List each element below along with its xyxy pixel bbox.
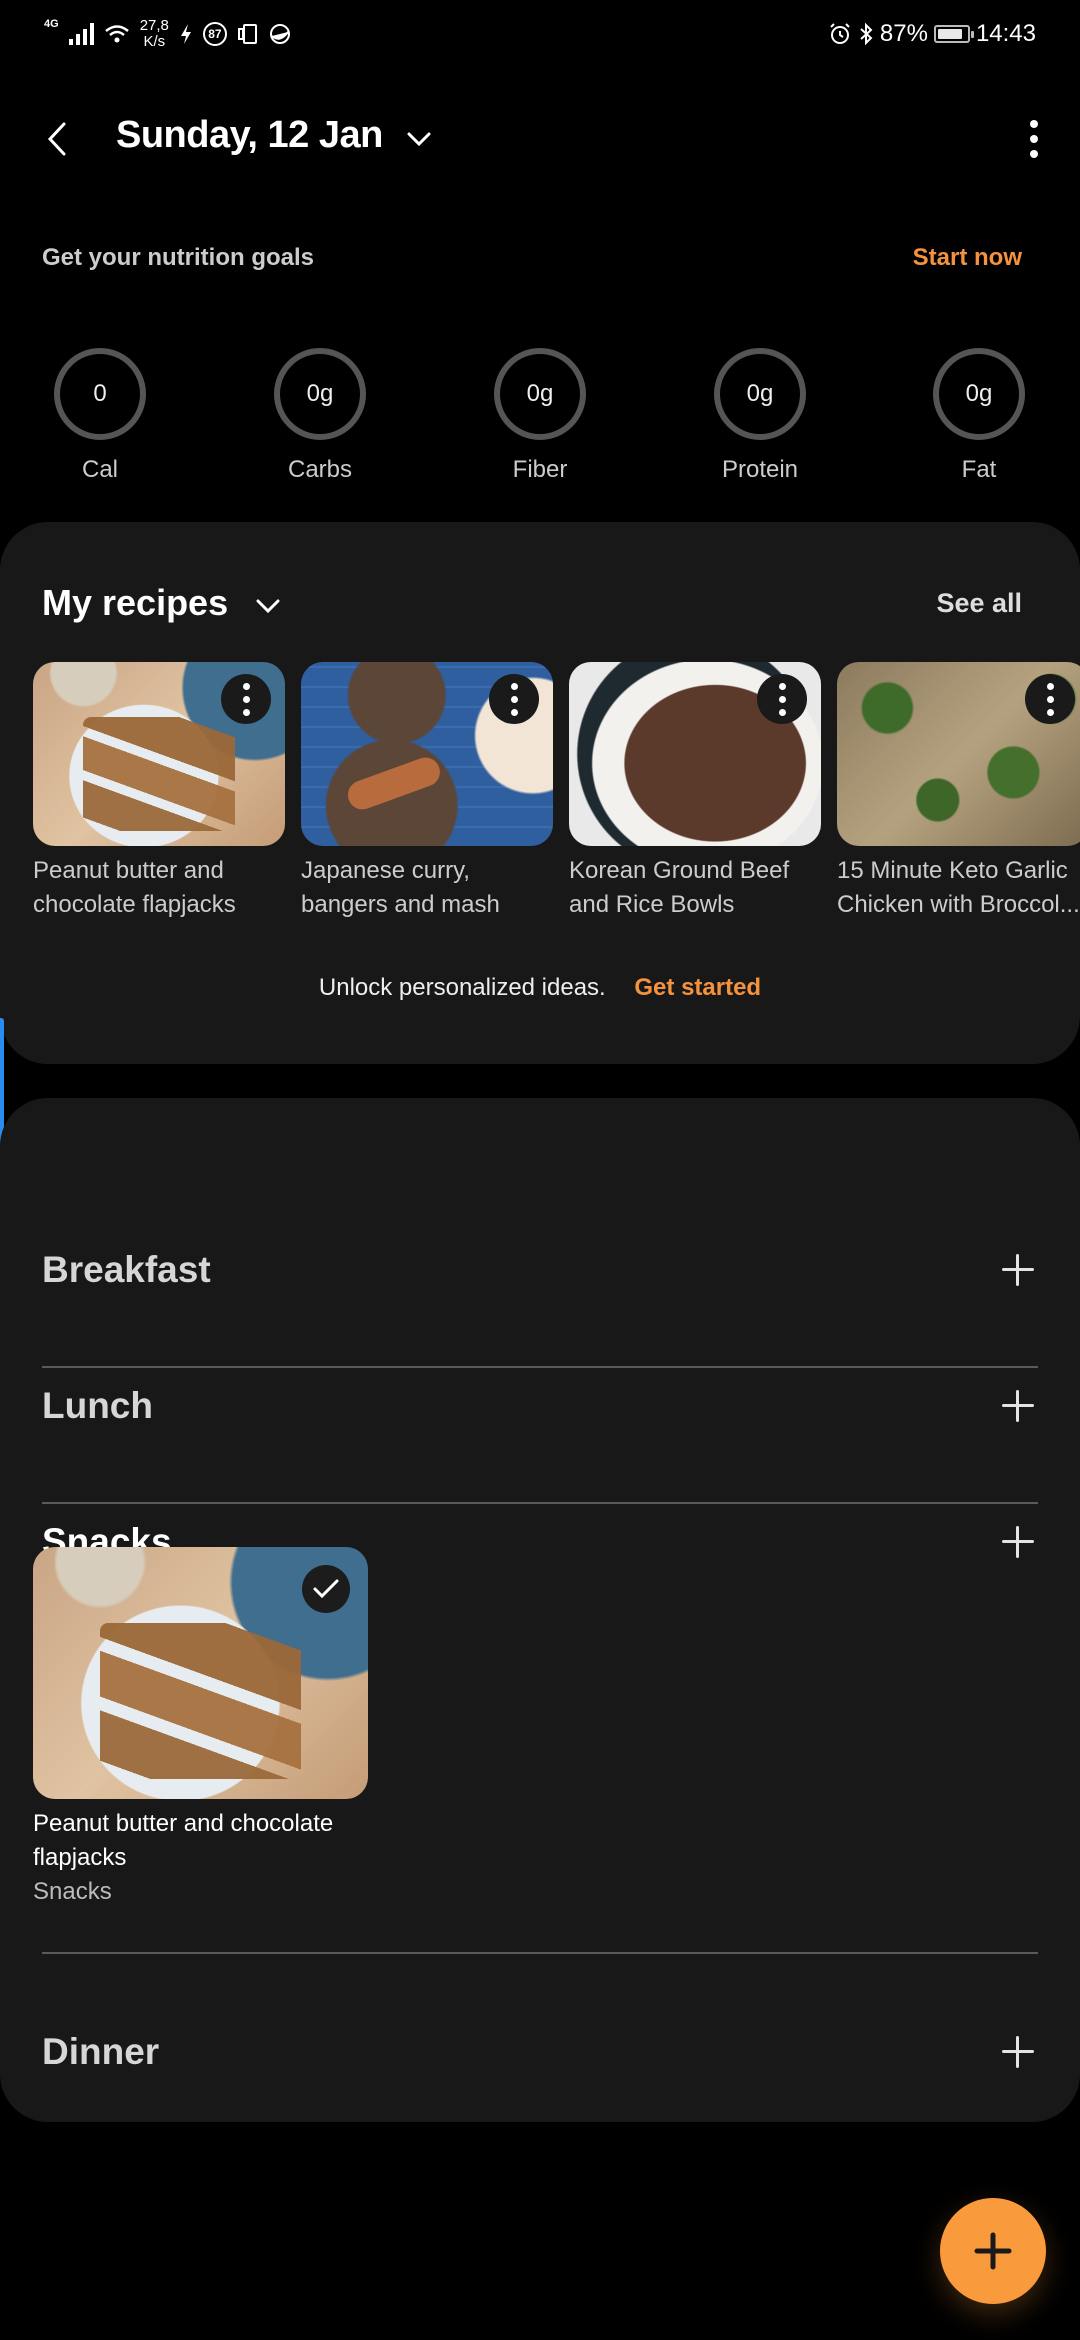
speed-value: 27,8 [139, 17, 169, 34]
meal-section-breakfast[interactable]: Breakfast [42, 1202, 1038, 1338]
recipe-more-button[interactable] [221, 674, 271, 724]
nutrient-fat[interactable]: 0g Fat [909, 348, 1049, 484]
nutrient-ring: 0 [54, 348, 146, 440]
check-icon[interactable] [302, 1565, 350, 1613]
network-speed: 27,8 K/s [140, 18, 169, 50]
meal-section-lunch[interactable]: Lunch [42, 1338, 1038, 1474]
nutrient-cal[interactable]: 0 Cal [30, 348, 170, 484]
recipe-image [33, 662, 285, 846]
snack-category: Snacks [33, 1878, 112, 1905]
recipe-card[interactable]: 15 Minute Keto Garlic Chicken with Brocc… [837, 662, 1080, 922]
flash-icon [180, 24, 191, 44]
meals-card: Breakfast Lunch Snacks Peanut butter and… [0, 1098, 1080, 2122]
nutrition-goals-banner: Get your nutrition goals Start now [42, 244, 1022, 272]
snack-image [33, 1547, 368, 1799]
recipe-name: 15 Minute Keto Garlic Chicken with Brocc… [837, 857, 1080, 918]
see-all-link[interactable]: See all [936, 588, 1022, 619]
meal-section-dinner[interactable]: Dinner [42, 1984, 1038, 2120]
my-recipes-card: My recipes See all Peanut butter and cho… [0, 522, 1080, 1064]
unlock-text: Unlock personalized ideas. [318, 974, 606, 1001]
logged-snack-item[interactable]: Peanut butter and chocolate flapjacks Sn… [33, 1547, 373, 1909]
recipe-more-button[interactable] [757, 674, 807, 724]
recipes-filter-toggle[interactable] [252, 590, 284, 622]
alarm-icon [830, 23, 850, 44]
nutrient-label: Fiber [512, 456, 568, 483]
nutrient-label: Protein [721, 456, 799, 483]
add-icon[interactable] [998, 1522, 1038, 1562]
recipe-more-button[interactable] [1025, 674, 1075, 724]
battery-level [937, 29, 963, 39]
nutrient-summary: 0 Cal 0g Carbs 0g Fiber 0g Protein 0g Fa… [0, 348, 1080, 488]
app-header: Sunday, 12 Jan [0, 100, 1080, 180]
recipe-name: Korean Ground Beef and Rice Bowls [569, 857, 790, 918]
add-icon[interactable] [998, 2032, 1038, 2072]
recipe-more-button[interactable] [489, 674, 539, 724]
nutrient-label: Cal [81, 456, 118, 483]
chevron-down-icon [256, 599, 280, 614]
more-dot [1030, 135, 1038, 143]
my-recipes-title[interactable]: My recipes [42, 582, 228, 624]
add-icon[interactable] [998, 1386, 1038, 1426]
divider [42, 1952, 1038, 1954]
nutrient-carbs[interactable]: 0g Carbs [250, 348, 390, 484]
date-title[interactable]: Sunday, 12 Jan [116, 114, 383, 157]
meal-name: Breakfast [42, 1249, 211, 1290]
recipe-image [301, 662, 553, 846]
battery-icon [933, 25, 974, 43]
chevron-down-icon [407, 132, 431, 147]
nutrition-goals-text: Get your nutrition goals [42, 244, 315, 271]
nutrient-ring: 0g [274, 348, 366, 440]
signal-icon [68, 23, 94, 45]
recipe-name: Peanut butter and chocolate flapjacks [33, 857, 236, 918]
app-notification-icon [269, 24, 290, 44]
recipe-card[interactable]: Japanese curry, bangers and mash [301, 662, 553, 922]
start-now-link[interactable]: Start now [913, 244, 1022, 272]
nutrient-label: Carbs [287, 456, 353, 483]
meal-name: Lunch [42, 1385, 153, 1426]
chevron-left-icon [47, 122, 66, 156]
date-picker-toggle[interactable] [402, 122, 436, 156]
recipe-image [569, 662, 821, 846]
battery-percent: 87% [879, 20, 928, 47]
vibrate-icon [237, 24, 257, 44]
snack-name: Peanut butter and chocolate flapjacks [33, 1810, 334, 1871]
more-options-button[interactable] [1014, 114, 1054, 164]
recipe-card[interactable]: Peanut butter and chocolate flapjacks [33, 662, 285, 922]
nutrient-ring: 0g [714, 348, 806, 440]
wifi-icon [104, 25, 129, 43]
notification-count-icon: 87 [202, 22, 227, 46]
nutrient-ring: 0g [933, 348, 1025, 440]
nutrient-ring: 0g [494, 348, 586, 440]
more-dot [1030, 120, 1038, 128]
recipe-name: Japanese curry, bangers and mash [301, 857, 500, 918]
clock: 14:43 [975, 20, 1036, 47]
get-started-link[interactable]: Get started [634, 974, 761, 1001]
more-dot [1030, 150, 1038, 158]
nutrient-label: Fat [961, 456, 997, 483]
status-bar: 4G 27,8 K/s 87 87% 14:43 [0, 0, 1080, 76]
recipe-carousel[interactable]: Peanut butter and chocolate flapjacks Ja… [33, 662, 1080, 922]
add-icon[interactable] [998, 1250, 1038, 1290]
meal-name: Dinner [42, 2031, 160, 2072]
nutrient-protein[interactable]: 0g Protein [690, 348, 830, 484]
add-food-fab[interactable] [940, 2198, 1046, 2304]
recipe-image [837, 662, 1080, 846]
nutrient-fiber[interactable]: 0g Fiber [470, 348, 610, 484]
plus-icon [974, 2232, 1012, 2270]
network-type: 4G [44, 18, 59, 30]
back-button[interactable] [38, 114, 78, 164]
bluetooth-icon [860, 22, 873, 46]
recipe-card[interactable]: Korean Ground Beef and Rice Bowls [569, 662, 821, 922]
speed-unit: K/s [143, 33, 166, 50]
personalization-banner: Unlock personalized ideas. Get started [0, 974, 1080, 1002]
